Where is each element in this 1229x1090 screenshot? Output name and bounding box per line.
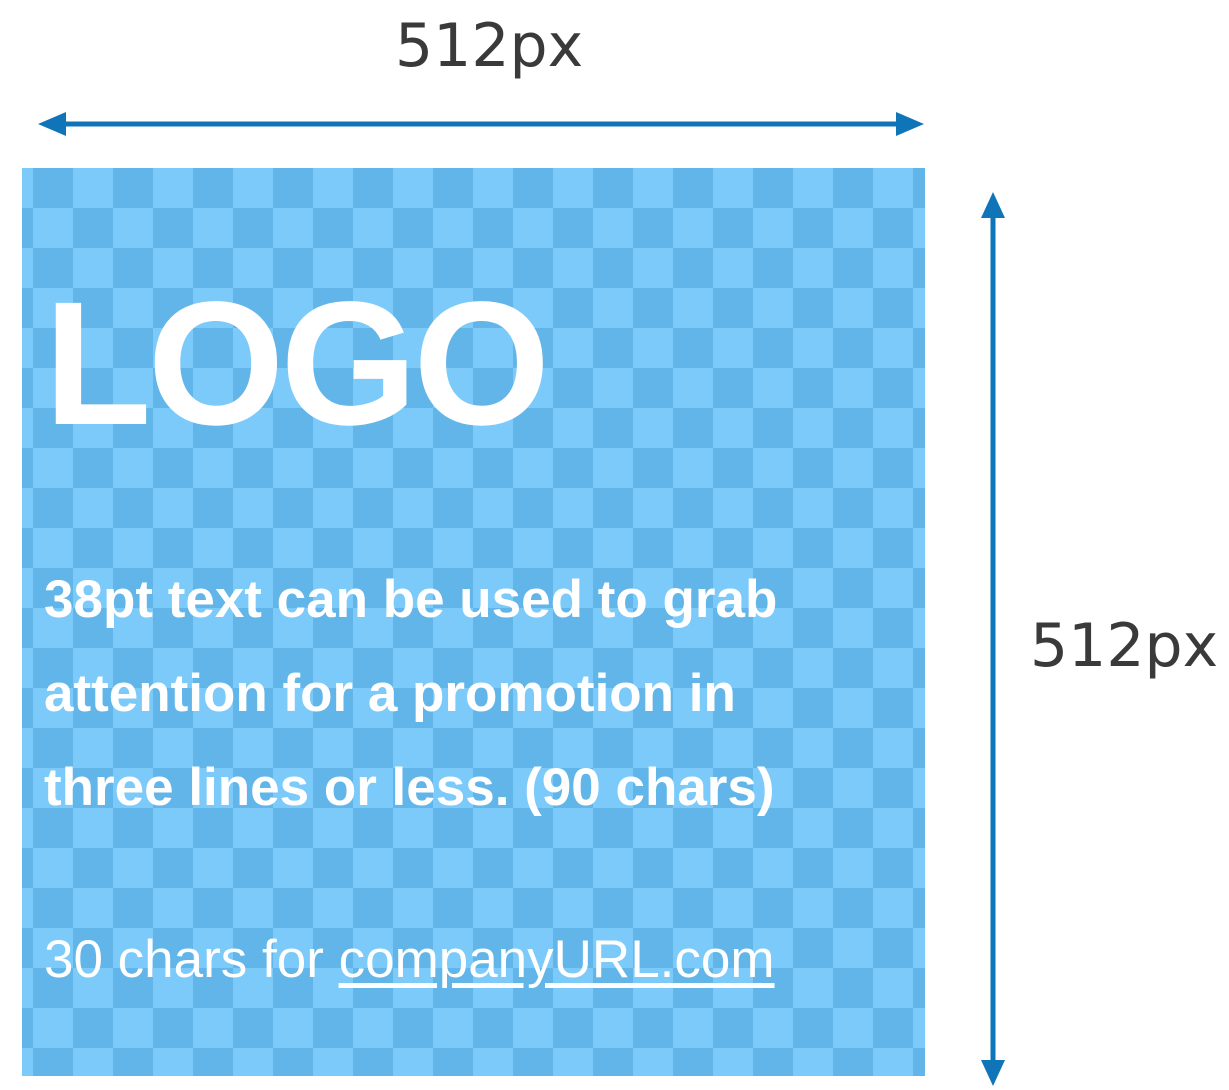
promo-text: 38pt text can be used to grab attention … [44, 553, 914, 835]
width-label: 512px [395, 11, 584, 81]
banner-canvas: LOGO 38pt text can be used to grab atten… [22, 168, 925, 1076]
promo-line-3: three lines or less. (90 chars) [44, 758, 775, 817]
logo-placeholder: LOGO [44, 266, 550, 462]
width-arrow [38, 112, 924, 136]
height-label: 512px [1030, 611, 1219, 681]
height-arrow [981, 192, 1005, 1086]
promo-line-2: attention for a promotion in [44, 664, 736, 723]
url-prefix: 30 chars for [44, 930, 339, 989]
promo-line-1: 38pt text can be used to grab [44, 570, 778, 629]
company-url-link[interactable]: companyURL.com [339, 930, 775, 989]
url-line: 30 chars for companyURL.com [44, 930, 775, 989]
spec-diagram: 512px 512px LOGO 38pt text can be used t… [0, 0, 1229, 1090]
